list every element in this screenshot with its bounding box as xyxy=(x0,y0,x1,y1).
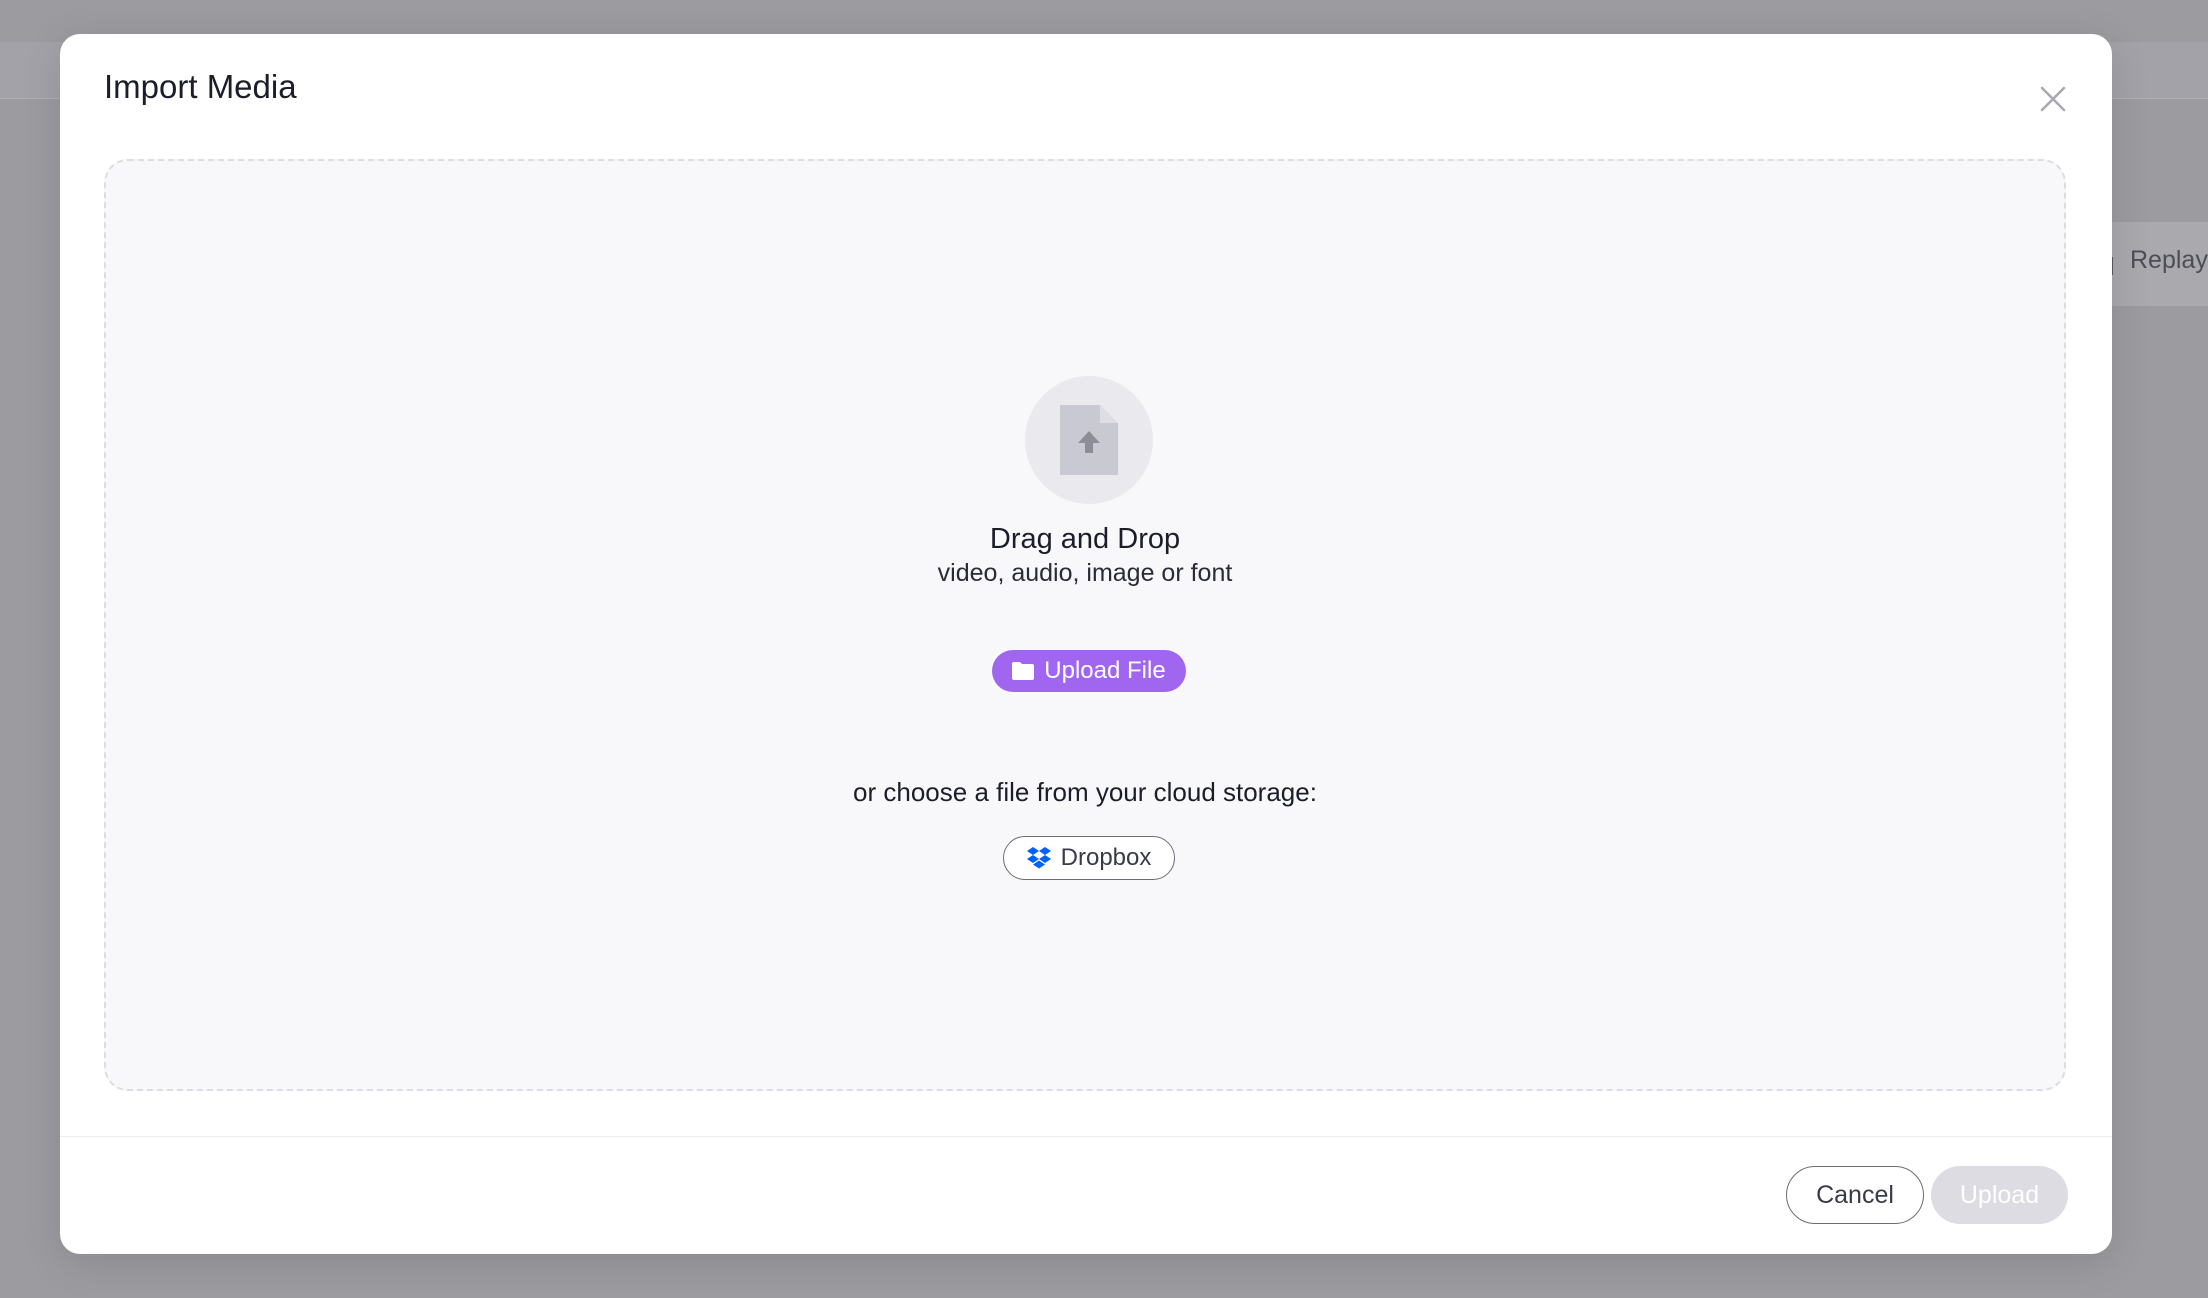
dropbox-label: Dropbox xyxy=(1060,844,1152,871)
close-icon xyxy=(2040,86,2066,112)
dropbox-button[interactable]: Dropbox xyxy=(1003,836,1175,880)
footer-divider xyxy=(60,1136,2112,1137)
dropzone-title: Drag and Drop xyxy=(989,523,1181,555)
modal-title: Import Media xyxy=(104,68,297,105)
upload-file-label: Upload File xyxy=(1044,657,1166,684)
dropzone-subtitle: video, audio, image or font xyxy=(937,559,1233,587)
file-upload-icon xyxy=(1060,405,1118,475)
upload-button[interactable]: Upload xyxy=(1931,1166,2068,1224)
background-replay-label: Replay xyxy=(2130,246,2208,274)
file-dropzone[interactable]: Drag and Drop video, audio, image or fon… xyxy=(104,159,2066,1091)
cloud-storage-text: or choose a file from your cloud storage… xyxy=(853,777,1317,807)
file-upload-icon-container xyxy=(1025,376,1153,504)
dropbox-icon xyxy=(1026,847,1051,869)
folder-icon xyxy=(1012,662,1035,680)
import-media-modal: Import Media Drag and Drop video, audio,… xyxy=(60,34,2112,1254)
cancel-button[interactable]: Cancel xyxy=(1786,1166,1924,1224)
close-button[interactable] xyxy=(2038,84,2068,114)
upload-file-button[interactable]: Upload File xyxy=(992,650,1186,692)
